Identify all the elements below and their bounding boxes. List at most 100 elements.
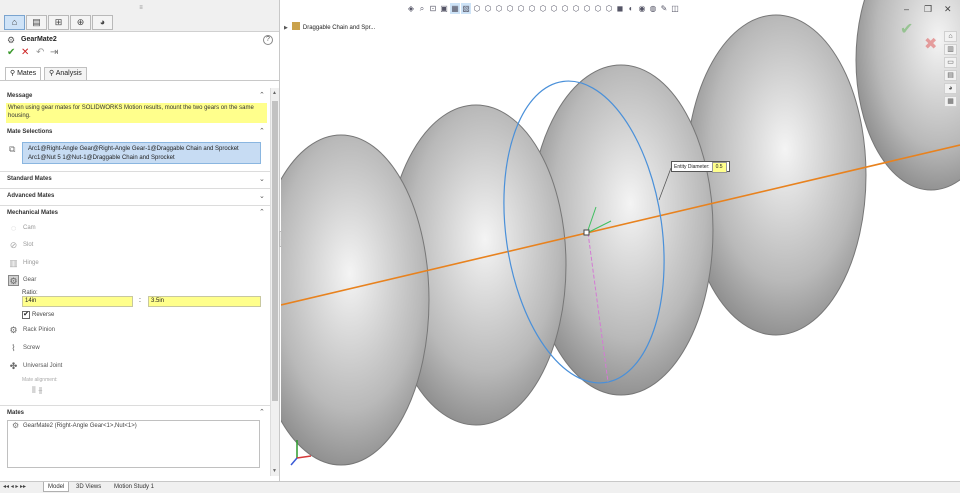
cube-icon[interactable]: ⬡: [604, 3, 614, 14]
tab-3d-views[interactable]: 3D Views: [72, 482, 105, 492]
anti-aligned-icon[interactable]: ⫵: [38, 385, 42, 395]
cube-icon[interactable]: ⬡: [560, 3, 570, 14]
cube-icon[interactable]: ⬡: [571, 3, 581, 14]
cube-icon[interactable]: ⬡: [582, 3, 592, 14]
hide-show-icon[interactable]: ◐: [626, 3, 636, 14]
tab-motion-study[interactable]: Motion Study 1: [110, 482, 158, 492]
task-pane-tab[interactable]: ⌂: [944, 31, 957, 42]
aligned-icon[interactable]: ⫴: [32, 385, 36, 395]
ratio-a-input[interactable]: 14in: [22, 296, 133, 307]
gear-disc[interactable]: [685, 14, 867, 336]
screw-mate[interactable]: ⌇ Screw: [8, 343, 208, 355]
cube-icon[interactable]: ⬡: [472, 3, 482, 14]
cube-icon[interactable]: ⬡: [538, 3, 548, 14]
slot-label: Slot: [23, 242, 34, 248]
mate-selections-collapse-icon[interactable]: ⌃: [259, 127, 265, 135]
task-pane-tab[interactable]: ◕: [944, 83, 957, 94]
cube-icon[interactable]: ⬡: [483, 3, 493, 14]
origin-marker[interactable]: [583, 229, 590, 236]
callout-value[interactable]: 0.5: [711, 162, 727, 173]
cube-icon[interactable]: ⬡: [494, 3, 504, 14]
render-icon[interactable]: ✎: [659, 3, 669, 14]
advanced-mates-header[interactable]: Advanced Mates: [7, 193, 54, 199]
zoom-area-icon[interactable]: ⊡: [428, 3, 438, 14]
confirm-corner-ok-icon[interactable]: ✔: [900, 19, 913, 39]
tree-label[interactable]: Draggable Chain and Spr...: [303, 25, 375, 31]
display-manager-tab[interactable]: ◕: [92, 15, 113, 30]
display-style-icon[interactable]: ◼: [615, 3, 625, 14]
task-pane-tab[interactable]: ▥: [944, 44, 957, 55]
task-pane-tab[interactable]: ▤: [944, 70, 957, 81]
cube-icon[interactable]: ⬡: [527, 3, 537, 14]
mate-selections-list[interactable]: Arc1@Right-Angle Gear@Right-Angle Gear-1…: [22, 142, 261, 164]
scrollbar-thumb[interactable]: [272, 101, 278, 401]
library-icon: ▥: [947, 46, 954, 53]
undo-icon[interactable]: ↶: [36, 48, 44, 58]
standard-mates-expand-icon[interactable]: ⌄: [259, 175, 265, 183]
diameter-callout[interactable]: Entity Diameter: 0.5: [671, 161, 730, 173]
feature-manager-tab[interactable]: ⌂: [4, 15, 25, 30]
close-button[interactable]: ✕: [944, 4, 952, 15]
dimxpert-tab[interactable]: ⊕: [70, 15, 91, 30]
rack-pinion-icon: ⚙: [9, 325, 18, 335]
cube-icon[interactable]: ⬡: [593, 3, 603, 14]
section-view-icon[interactable]: ▦: [450, 3, 460, 14]
appearance-icon[interactable]: ◍: [648, 3, 658, 14]
zoom-fit-icon[interactable]: ⌕: [417, 3, 427, 14]
tab-model[interactable]: Model: [43, 482, 70, 492]
cancel-button[interactable]: ✕: [21, 48, 29, 58]
gear-label: Gear: [23, 277, 37, 283]
selection-item[interactable]: Arc1@Right-Angle Gear@Right-Angle Gear-1…: [28, 145, 255, 154]
mates-collapse-icon[interactable]: ⌃: [259, 408, 265, 416]
tab-analysis[interactable]: ⚲ Analysis: [44, 67, 87, 80]
restore-button[interactable]: ❐: [924, 4, 932, 15]
mates-header: Mates: [7, 410, 25, 416]
dynamic-annotation-icon[interactable]: ▧: [461, 3, 471, 14]
pin-icon[interactable]: ⇥: [50, 48, 58, 58]
feature-tree-flyout[interactable]: ▶ Draggable Chain and Spr...: [284, 22, 375, 31]
graphics-area[interactable]: ◈ ⌕ ⊡ ▣ ▦ ▧ ⬡ ⬡ ⬡ ⬡ ⬡ ⬡ ⬡ ⬡ ⬡ ⬡ ⬡ ⬡ ⬡ ◼ ◐ ◉ ◍ ✎ ◫ ▶ Draggable Cha…: [281, 0, 960, 481]
cube-icon[interactable]: ⬡: [549, 3, 559, 14]
task-pane-tab[interactable]: ▦: [944, 96, 957, 107]
selection-item[interactable]: Arc1@Nut 5 1@Nut-1@Draggable Chain and S…: [28, 154, 255, 163]
scroll-down-icon[interactable]: ▼: [272, 468, 277, 474]
rack-pinion-mate[interactable]: ⚙ Rack Pinion: [8, 325, 208, 337]
previous-view-icon[interactable]: ▣: [439, 3, 449, 14]
slot-mate[interactable]: ⊘ Slot: [8, 240, 208, 252]
divider: [0, 188, 270, 189]
scene-icon[interactable]: ◉: [637, 3, 647, 14]
reverse-checkbox[interactable]: ✔: [22, 311, 30, 319]
ratio-b-input[interactable]: 3.5in: [148, 296, 261, 307]
universal-joint-mate[interactable]: ✤ Universal Joint: [8, 361, 208, 373]
gear-mate[interactable]: ⚙ Gear: [8, 275, 208, 287]
view-orientation-icon[interactable]: ◈: [406, 3, 416, 14]
ok-button[interactable]: ✔: [7, 48, 15, 58]
scroll-up-icon[interactable]: ▲: [272, 90, 277, 96]
minimize-button[interactable]: ‒: [904, 4, 909, 14]
cube-icon[interactable]: ⬡: [516, 3, 526, 14]
view-settings-icon[interactable]: ◫: [670, 3, 680, 14]
tree-expand-icon[interactable]: ▶: [284, 25, 288, 31]
mechanical-mates-header[interactable]: Mechanical Mates: [7, 210, 58, 216]
confirm-corner-cancel-icon[interactable]: ✖: [924, 34, 937, 54]
cam-mate[interactable]: ◌ Cam: [8, 223, 208, 235]
message-collapse-icon[interactable]: ⌃: [259, 91, 265, 99]
tab-nav-arrows[interactable]: ◂◂ ◂ ▸ ▸▸: [3, 483, 26, 490]
task-pane-tab[interactable]: ▭: [944, 57, 957, 68]
cube-icon[interactable]: ⬡: [505, 3, 515, 14]
manager-tabs: ≡ ⌂ ▤ ⊞ ⊕ ◕: [0, 0, 279, 32]
help-icon[interactable]: ?: [263, 35, 273, 45]
hinge-mate[interactable]: ▥ Hinge: [8, 258, 208, 270]
panel-grip[interactable]: ≡: [137, 5, 145, 11]
cam-label: Cam: [23, 225, 36, 231]
panel-scrollbar[interactable]: ▲ ▼: [270, 88, 279, 476]
standard-mates-header[interactable]: Standard Mates: [7, 176, 52, 182]
message-header: Message: [7, 93, 33, 99]
advanced-mates-expand-icon[interactable]: ⌄: [259, 192, 265, 200]
property-manager-tab[interactable]: ▤: [26, 15, 47, 30]
mates-item[interactable]: GearMate2 (Right-Angle Gear<1>,Nut<1>): [23, 423, 137, 429]
mechanical-mates-collapse-icon[interactable]: ⌃: [259, 208, 265, 216]
mate-alignment-label: Mate alignment:: [22, 377, 58, 383]
tab-mates[interactable]: ⚲ Mates: [5, 67, 42, 80]
configuration-manager-tab[interactable]: ⊞: [48, 15, 69, 30]
